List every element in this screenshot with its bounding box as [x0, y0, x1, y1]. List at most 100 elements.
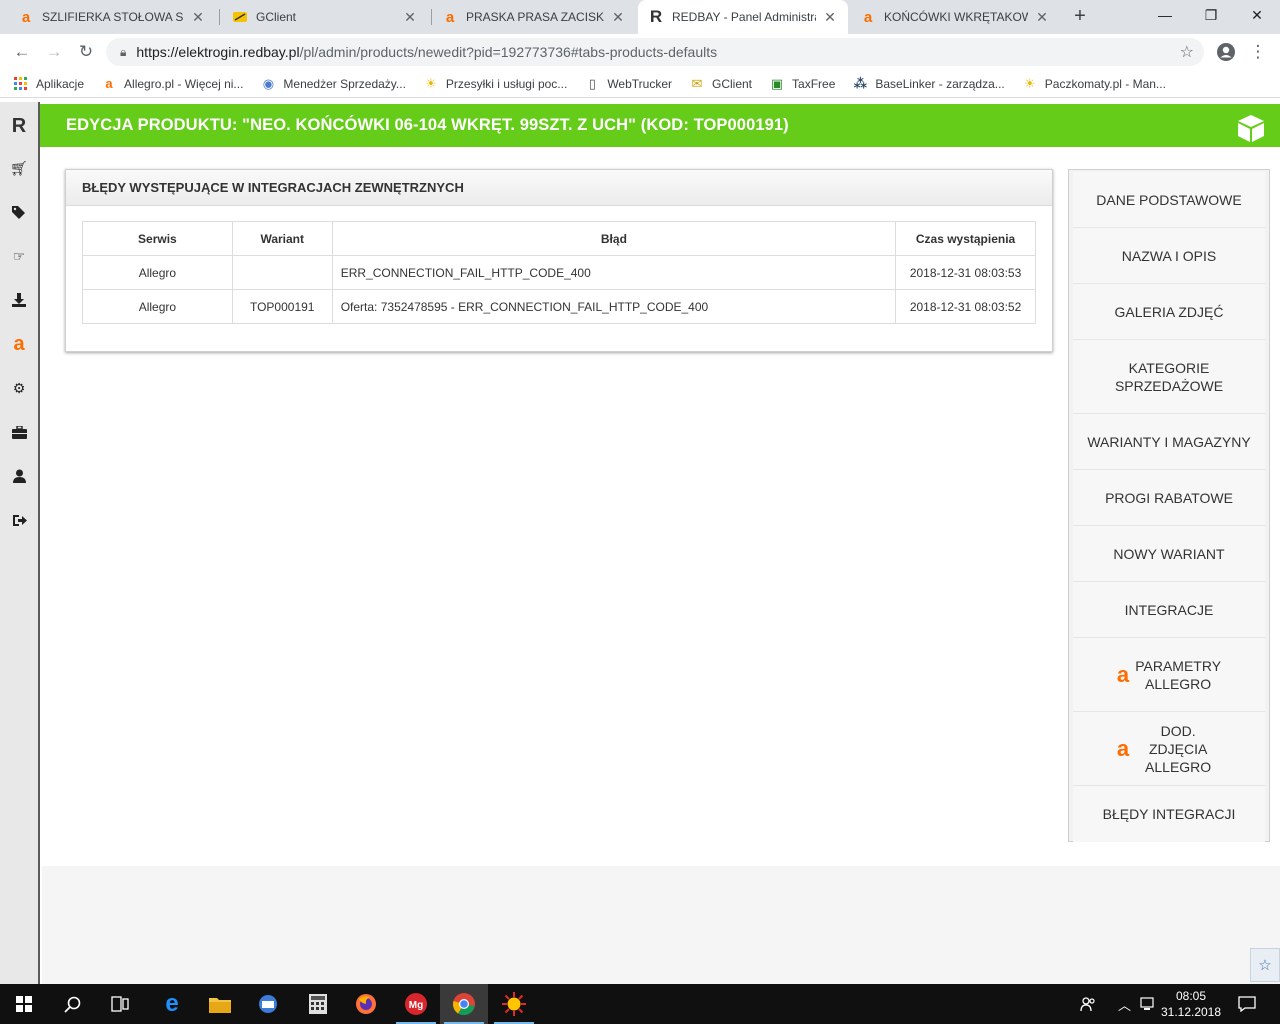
bookmark-webtrucker[interactable]: ▯ WebTrucker [585, 76, 672, 91]
column-header: Wariant [231, 221, 333, 256]
tray-chevron-icon[interactable]: ︿ [1118, 984, 1131, 1024]
allegro-icon: a [1116, 661, 1130, 687]
windows-start-icon[interactable] [0, 984, 48, 1024]
browser-tab[interactable]: a KOŃCÓWKI WKRĘTAKOWE ✕ [850, 0, 1060, 34]
menu-item-dod-zdjecia-allegro[interactable]: a DOD. ZDJĘCIA ALLEGRO [1073, 712, 1265, 786]
address-bar[interactable]: 🔒︎ https://elektrogin.redbay.pl/pl/admin… [106, 38, 1204, 66]
chrome-icon[interactable] [440, 984, 488, 1024]
sun-app-icon[interactable] [490, 984, 538, 1024]
new-tab-button[interactable]: + [1068, 4, 1092, 28]
bookmark-label: Allegro.pl - Więcej ni... [124, 76, 244, 91]
menu-item-label: DOD. ZDJĘCIA ALLEGRO [1145, 722, 1212, 775]
download-icon[interactable] [0, 278, 38, 322]
tags-icon[interactable] [0, 190, 38, 234]
baselinker-icon: ⁂ [853, 75, 868, 91]
profile-icon[interactable] [1214, 40, 1238, 64]
bookmark-allegro[interactable]: a Allegro.pl - Więcej ni... [102, 76, 244, 91]
edge-icon[interactable]: e [148, 984, 196, 1024]
browser-tab[interactable]: GClient ✕ [222, 0, 428, 34]
tab-title: SZLIFIERKA STOŁOWA SUCHA [42, 10, 184, 24]
close-window-button[interactable]: ✕ [1234, 0, 1280, 30]
menu-item-label: PARAMETRY ALLEGRO [1135, 657, 1222, 692]
menu-item-nazwa-i-opis[interactable]: NAZWA I OPIS [1073, 228, 1265, 284]
menu-item-nowy-wariant[interactable]: NOWY WARIANT [1073, 526, 1265, 582]
menu-item-label: NOWY WARIANT [1113, 545, 1225, 562]
browser-tab-active[interactable]: R REDBAY - Panel Administracyjny ✕ [638, 0, 848, 34]
clock-date: 31.12.2018 [1160, 1005, 1222, 1019]
bookmark-paczkomaty[interactable]: ☀ Paczkomaty.pl - Man... [1023, 76, 1166, 91]
mail-client-icon[interactable] [244, 984, 292, 1024]
product-sections-menu: DANE PODSTAWOWE NAZWA I OPIS GALERIA ZDJ… [1068, 169, 1270, 842]
tab-title: REDBAY - Panel Administracyjny [672, 10, 816, 24]
menu-item-label: WARIANTY I MAGAZYNY [1087, 433, 1251, 450]
menu-item-galeria-zdjec[interactable]: GALERIA ZDJĘĆ [1073, 284, 1265, 340]
browser-toolbar: ← → ↻ 🔒︎ https://elektrogin.redbay.pl/pl… [0, 34, 1280, 70]
mg-app-icon[interactable]: Mg [392, 984, 440, 1024]
close-icon[interactable]: ✕ [1034, 9, 1050, 26]
bookmark-label: WebTrucker [607, 76, 672, 91]
allegro-icon[interactable]: a [0, 322, 38, 366]
bookmark-gclient[interactable]: ✉ GClient [690, 76, 752, 91]
gear-icon[interactable]: ⚙ [0, 366, 38, 410]
menu-item-warianty[interactable]: WARIANTY I MAGAZYNY [1073, 414, 1265, 470]
briefcase-icon[interactable] [0, 410, 38, 454]
tab-title: KOŃCÓWKI WKRĘTAKOWE [884, 10, 1028, 24]
maximize-button[interactable]: ❐ [1188, 0, 1234, 30]
menu-item-label: DANE PODSTAWOWE [1096, 191, 1242, 208]
bookmark-star-icon[interactable]: ☆ [1180, 42, 1194, 62]
close-icon[interactable]: ✕ [190, 9, 206, 26]
search-icon[interactable] [48, 984, 96, 1024]
calculator-icon[interactable] [294, 984, 342, 1024]
file-explorer-icon[interactable] [196, 984, 244, 1024]
bookmark-menedzer[interactable]: ◉ Menedżer Sprzedaży... [261, 76, 406, 91]
firefox-icon[interactable] [342, 984, 390, 1024]
notifications-icon[interactable] [1238, 984, 1256, 1024]
system-clock[interactable]: 08:05 31.12.2018 [1160, 988, 1222, 1020]
menu-item-label: PROGI RABATOWE [1105, 489, 1233, 506]
page-title: EDYCJA PRODUKTU: "NEO. KOŃCÓWKI 06-104 W… [66, 116, 789, 134]
menu-item-bledy-integracji[interactable]: BŁĘDY INTEGRACJI [1073, 786, 1265, 842]
product-box-icon [1238, 115, 1264, 142]
reload-icon[interactable]: ↻ [74, 40, 98, 64]
task-view-icon[interactable] [96, 984, 144, 1024]
people-icon[interactable] [1080, 984, 1096, 1024]
close-icon[interactable]: ✕ [822, 9, 838, 26]
bookmark-taxfree[interactable]: ▣ TaxFree [770, 76, 836, 91]
browser-tab[interactable]: a SZLIFIERKA STOŁOWA SUCHA ✕ [8, 0, 216, 34]
close-icon[interactable]: ✕ [610, 9, 626, 26]
cell-service: Allegro [82, 289, 233, 324]
menu-item-label: KATEGORIE SPRZEDAŻOWE [1114, 359, 1224, 394]
forward-arrow-icon[interactable]: → [42, 40, 66, 64]
bookmark-label: BaseLinker - zarządza... [875, 76, 1005, 91]
menu-item-kategorie[interactable]: KATEGORIE SPRZEDAŻOWE [1073, 340, 1265, 414]
hand-pointer-icon[interactable]: ☞ [0, 234, 38, 278]
bookmark-label: Przesyłki i usługi poc... [445, 76, 568, 91]
footer-area [42, 866, 1280, 984]
redbay-logo-icon[interactable]: R [0, 104, 38, 148]
close-icon[interactable]: ✕ [402, 9, 418, 26]
menu-item-dane-podstawowe[interactable]: DANE PODSTAWOWE [1073, 172, 1265, 228]
bookmark-label: Menedżer Sprzedaży... [283, 76, 406, 91]
user-icon[interactable] [0, 454, 38, 498]
menu-dots-icon[interactable]: ⋮ [1246, 40, 1270, 64]
redbay-icon: R [649, 7, 663, 26]
menu-item-parametry-allegro[interactable]: a PARAMETRY ALLEGRO [1073, 638, 1265, 712]
bookmark-baselinker[interactable]: ⁂ BaseLinker - zarządza... [853, 75, 1005, 91]
menu-item-integracje[interactable]: INTEGRACJE [1073, 582, 1265, 638]
favorite-star-icon[interactable]: ☆ [1250, 948, 1280, 982]
table-header-row: Serwis Wariant Błąd Czas wystąpienia [82, 221, 1036, 256]
network-icon[interactable] [1140, 984, 1156, 1024]
back-arrow-icon[interactable]: ← [10, 40, 34, 64]
browser-tab[interactable]: a PRASKA PRASA ZACISKARKA ✕ [432, 0, 636, 34]
cart-icon[interactable]: 🛒︎ [0, 146, 38, 190]
column-header: Serwis [82, 221, 233, 256]
minimize-button[interactable]: — [1142, 0, 1188, 30]
bookmark-apps[interactable]: Aplikacje [14, 76, 84, 91]
cell-service: Allegro [82, 255, 233, 290]
logout-icon[interactable] [0, 498, 38, 542]
menu-item-progi-rabatowe[interactable]: PROGI RABATOWE [1073, 470, 1265, 526]
url-host: https://elektrogin.redbay.pl [136, 44, 300, 60]
bookmark-przesylki[interactable]: ☀ Przesyłki i usługi poc... [424, 76, 568, 91]
menu-item-label: NAZWA I OPIS [1121, 247, 1217, 264]
redbay-admin-app: R 🛒︎ ☞ a ⚙ EDYCJA PRODUKTU: "NEO. KOŃCÓW… [0, 102, 1280, 984]
